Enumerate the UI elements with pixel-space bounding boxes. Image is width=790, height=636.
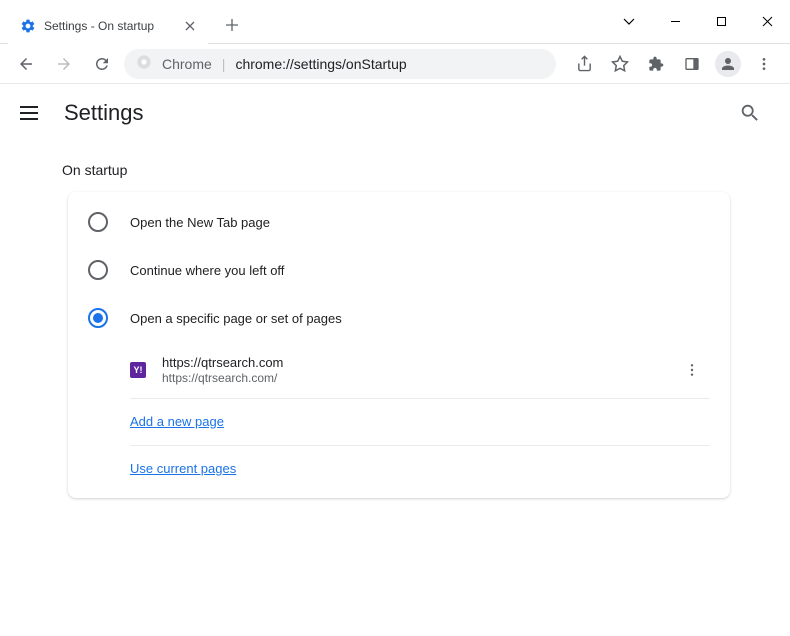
startup-pages-list: Y! https://qtrsearch.com https://qtrsear… [68, 342, 730, 492]
share-icon[interactable] [568, 48, 600, 80]
page-title: Settings [64, 100, 144, 126]
hamburger-menu-button[interactable] [20, 101, 44, 125]
forward-button[interactable] [48, 48, 80, 80]
use-current-pages-link[interactable]: Use current pages [130, 461, 236, 476]
radio-icon [88, 260, 108, 280]
section-title: On startup [62, 162, 790, 178]
close-icon[interactable] [182, 18, 198, 34]
maximize-button[interactable] [698, 6, 744, 38]
radio-option-new-tab[interactable]: Open the New Tab page [68, 198, 730, 246]
close-button[interactable] [744, 6, 790, 38]
address-prefix: Chrome [162, 56, 212, 72]
chevron-down-icon[interactable] [606, 6, 652, 38]
address-url: chrome://settings/onStartup [235, 56, 406, 72]
minimize-button[interactable] [652, 6, 698, 38]
startup-options-card: Open the New Tab page Continue where you… [68, 192, 730, 498]
reload-button[interactable] [86, 48, 118, 80]
startup-page-row: Y! https://qtrsearch.com https://qtrsear… [130, 342, 710, 399]
address-separator: | [222, 56, 226, 72]
add-page-row: Add a new page [130, 399, 710, 446]
page-title-text: https://qtrsearch.com [162, 355, 658, 370]
page-url-text: https://qtrsearch.com/ [162, 371, 658, 385]
tab-title: Settings - On startup [44, 19, 174, 33]
add-page-link[interactable]: Add a new page [130, 414, 224, 429]
avatar-icon [715, 51, 741, 77]
radio-icon-selected [88, 308, 108, 328]
window-controls [606, 6, 790, 38]
profile-button[interactable] [712, 48, 744, 80]
radio-label: Open the New Tab page [130, 215, 270, 230]
settings-content: On startup Open the New Tab page Continu… [0, 142, 790, 498]
window-title-bar: Settings - On startup [0, 0, 790, 44]
browser-tab[interactable]: Settings - On startup [8, 8, 208, 44]
address-bar[interactable]: Chrome | chrome://settings/onStartup [124, 49, 556, 79]
radio-icon [88, 212, 108, 232]
gear-icon [20, 18, 36, 34]
radio-option-continue[interactable]: Continue where you left off [68, 246, 730, 294]
radio-label: Continue where you left off [130, 263, 284, 278]
search-button[interactable] [730, 93, 770, 133]
new-tab-button[interactable] [218, 11, 246, 39]
back-button[interactable] [10, 48, 42, 80]
bookmark-icon[interactable] [604, 48, 636, 80]
extensions-icon[interactable] [640, 48, 672, 80]
yahoo-favicon-icon: Y! [130, 362, 146, 378]
page-options-button[interactable] [674, 352, 710, 388]
use-current-row: Use current pages [130, 446, 710, 492]
chrome-logo-icon [136, 54, 152, 73]
browser-toolbar: Chrome | chrome://settings/onStartup [0, 44, 790, 84]
settings-header: Settings [0, 84, 790, 142]
menu-icon[interactable] [748, 48, 780, 80]
radio-option-specific-page[interactable]: Open a specific page or set of pages [68, 294, 730, 342]
sidepanel-icon[interactable] [676, 48, 708, 80]
radio-label: Open a specific page or set of pages [130, 311, 342, 326]
